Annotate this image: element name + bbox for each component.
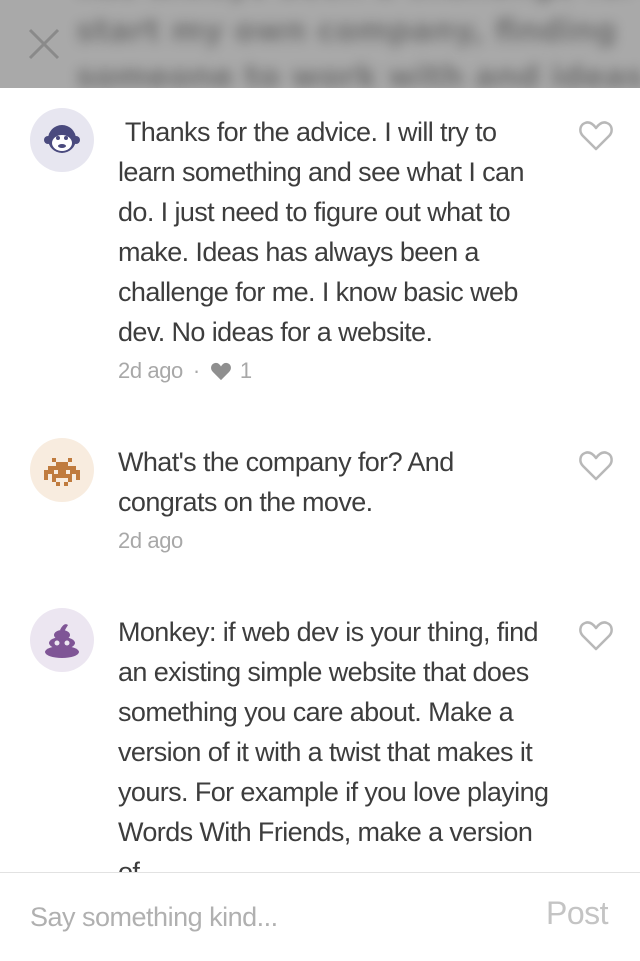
- compose-bar: Post: [0, 872, 640, 961]
- heart-outline-icon: [579, 121, 613, 151]
- comment-time: 2d ago: [118, 358, 183, 383]
- poop-icon: [45, 624, 79, 658]
- comment-meta: 2d ago: [118, 526, 183, 556]
- background-post-line: start my own company, finding: [76, 13, 617, 49]
- space-invader-avatar: [30, 438, 94, 502]
- comment-text: Monkey: if web dev is your thing, find a…: [118, 617, 549, 872]
- space-invader-icon: [44, 458, 80, 486]
- close-button[interactable]: [24, 24, 64, 64]
- close-icon: [28, 28, 60, 60]
- gorilla-avatar: [30, 108, 94, 172]
- heart-outline-icon: [579, 621, 613, 651]
- heart-outline-icon: [579, 451, 613, 481]
- comments-list[interactable]: Thanks for the advice. I will try to lea…: [0, 88, 640, 872]
- comment-input[interactable]: [30, 897, 470, 937]
- like-button[interactable]: [578, 618, 614, 652]
- background-post-text: has always been a challenge for me to st…: [76, 0, 640, 88]
- gorilla-icon: [44, 125, 80, 153]
- poop-avatar: [30, 608, 94, 672]
- comment-meta: 2d ago · 1: [118, 356, 252, 386]
- comment-time: 2d ago: [118, 528, 183, 553]
- heart-filled-icon: [210, 362, 231, 381]
- meta-separator: ·: [192, 358, 200, 383]
- background-post-line: someone to work with and ideas: [76, 59, 640, 88]
- comment-text: What's the company for? And congrats on …: [118, 447, 454, 517]
- post-button[interactable]: Post: [546, 895, 609, 932]
- like-button[interactable]: [578, 118, 614, 152]
- background-post-line: has always been a challenge for me to: [76, 0, 640, 8]
- comment-text: Thanks for the advice. I will try to lea…: [118, 117, 524, 347]
- like-button[interactable]: [578, 448, 614, 482]
- like-count: 1: [239, 358, 252, 383]
- background-overlay[interactable]: has always been a challenge for me to st…: [0, 0, 640, 88]
